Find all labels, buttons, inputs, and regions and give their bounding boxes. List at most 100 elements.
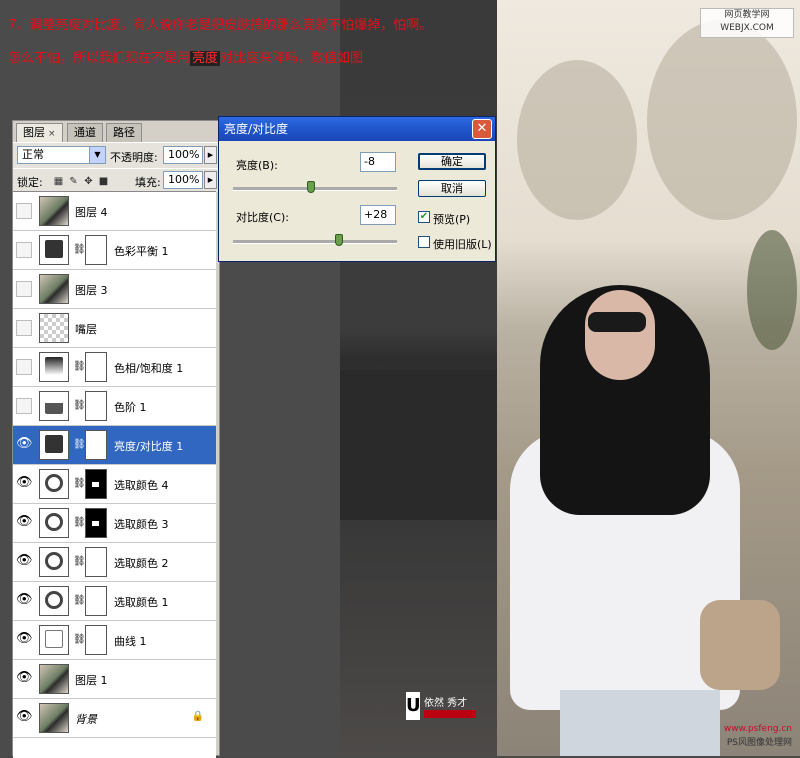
layers-panel: 图层 × 通道 路径 正常 ▼ 不透明度: 100% ▶ 锁定: ▦ ✎ ✥ ■ … bbox=[12, 120, 220, 758]
contrast-slider-knob[interactable] bbox=[335, 234, 343, 246]
layer-row[interactable]: 图层 3 bbox=[13, 270, 216, 309]
layer-thumbnail[interactable] bbox=[39, 352, 69, 382]
link-icon[interactable]: ⛓ bbox=[73, 439, 86, 450]
eye-icon[interactable]: 👁 bbox=[16, 593, 33, 609]
layer-name: 色彩平衡 1 bbox=[114, 245, 169, 258]
visibility-toggle[interactable] bbox=[16, 398, 32, 414]
brightness-slider[interactable] bbox=[233, 187, 397, 191]
layer-row[interactable]: 图层 4 bbox=[13, 192, 216, 231]
eye-icon[interactable]: 👁 bbox=[16, 671, 33, 687]
ok-button[interactable]: 确定 bbox=[418, 153, 486, 170]
layer-row[interactable]: 👁 背景 🔒 bbox=[13, 699, 216, 738]
layer-row[interactable]: ⛓ 色阶 1 bbox=[13, 387, 216, 426]
fill-slider-button[interactable]: ▶ bbox=[204, 171, 217, 189]
link-icon[interactable]: ⛓ bbox=[73, 478, 86, 489]
layer-name: 选取颜色 2 bbox=[114, 557, 169, 570]
opacity-label: 不透明度: bbox=[110, 151, 158, 164]
cancel-button[interactable]: 取消 bbox=[418, 180, 486, 197]
layer-row[interactable]: 👁 图层 1 bbox=[13, 660, 216, 699]
layer-thumbnail[interactable] bbox=[39, 313, 69, 343]
legacy-checkbox[interactable] bbox=[418, 236, 430, 248]
link-icon[interactable]: ⛓ bbox=[73, 244, 86, 255]
layer-mask-thumbnail[interactable] bbox=[85, 469, 107, 499]
link-icon[interactable]: ⛓ bbox=[73, 361, 86, 372]
lock-position-icon[interactable]: ✥ bbox=[83, 176, 94, 187]
layer-name: 选取颜色 4 bbox=[114, 479, 169, 492]
eye-icon[interactable]: 👁 bbox=[16, 476, 33, 492]
layer-thumbnail[interactable] bbox=[39, 625, 69, 655]
layer-mask-thumbnail[interactable] bbox=[85, 391, 107, 421]
preview-checkbox[interactable]: ✔ bbox=[418, 211, 430, 223]
panel-tabs: 图层 × 通道 路径 bbox=[13, 121, 219, 142]
layer-thumbnail[interactable] bbox=[39, 274, 69, 304]
link-icon[interactable]: ⛓ bbox=[73, 634, 86, 645]
tab-channels[interactable]: 通道 bbox=[67, 123, 103, 142]
brightness-input[interactable]: -8 bbox=[360, 152, 396, 172]
contrast-slider[interactable] bbox=[233, 240, 397, 244]
layer-name: 亮度/对比度 1 bbox=[114, 440, 184, 453]
lock-transparency-icon[interactable]: ▦ bbox=[53, 176, 64, 187]
link-icon[interactable]: ⛓ bbox=[73, 400, 86, 411]
tab-layers[interactable]: 图层 × bbox=[16, 123, 63, 142]
link-icon[interactable]: ⛓ bbox=[73, 517, 86, 528]
layer-thumbnail[interactable] bbox=[39, 508, 69, 538]
lock-pixels-icon[interactable]: ✎ bbox=[68, 176, 79, 187]
layer-name: 图层 1 bbox=[75, 674, 108, 687]
layer-thumbnail[interactable] bbox=[39, 235, 69, 265]
layer-mask-thumbnail[interactable] bbox=[85, 625, 107, 655]
layer-mask-thumbnail[interactable] bbox=[85, 430, 107, 460]
close-icon[interactable]: × bbox=[48, 129, 56, 139]
brightness-contrast-dialog: 亮度/对比度 ✕ 亮度(B): -8 对比度(C): +28 确定 取消 ✔ 预… bbox=[218, 116, 496, 262]
visibility-toggle[interactable] bbox=[16, 359, 32, 375]
layer-mask-thumbnail[interactable] bbox=[85, 586, 107, 616]
layer-row[interactable]: 👁 ⛓ 选取颜色 3 bbox=[13, 504, 216, 543]
visibility-toggle[interactable] bbox=[16, 203, 32, 219]
layer-thumbnail[interactable] bbox=[39, 586, 69, 616]
layer-thumbnail[interactable] bbox=[39, 703, 69, 733]
eye-icon[interactable]: 👁 bbox=[16, 710, 33, 726]
layer-name: 色阶 1 bbox=[114, 401, 147, 414]
layer-row[interactable]: 👁 ⛓ 选取颜色 1 bbox=[13, 582, 216, 621]
eye-icon[interactable]: 👁 bbox=[16, 437, 33, 453]
layer-row[interactable]: 👁 ⛓ 选取颜色 2 bbox=[13, 543, 216, 582]
layer-row[interactable]: ⛓ 色相/饱和度 1 bbox=[13, 348, 216, 387]
layer-row[interactable]: 👁 ⛓ 曲线 1 bbox=[13, 621, 216, 660]
fill-input[interactable]: 100% bbox=[163, 171, 203, 189]
layer-row[interactable]: 👁 ⛓ 选取颜色 4 bbox=[13, 465, 216, 504]
layer-mask-thumbnail[interactable] bbox=[85, 547, 107, 577]
close-icon[interactable]: ✕ bbox=[472, 119, 492, 139]
eye-icon[interactable]: 👁 bbox=[16, 632, 33, 648]
layer-thumbnail[interactable] bbox=[39, 391, 69, 421]
opacity-slider-button[interactable]: ▶ bbox=[204, 146, 217, 164]
tab-paths[interactable]: 路径 bbox=[106, 123, 142, 142]
layer-thumbnail[interactable] bbox=[39, 469, 69, 499]
lock-options-row: 锁定: ▦ ✎ ✥ ■ 填充: 100% ▶ bbox=[13, 168, 219, 192]
layer-thumbnail[interactable] bbox=[39, 430, 69, 460]
brightness-slider-knob[interactable] bbox=[307, 181, 315, 193]
visibility-toggle[interactable] bbox=[16, 320, 32, 336]
tree bbox=[517, 60, 637, 220]
blend-mode-select[interactable]: 正常 ▼ bbox=[17, 146, 106, 164]
layer-name: 图层 3 bbox=[75, 284, 108, 297]
layer-row[interactable]: ⛓ 色彩平衡 1 bbox=[13, 231, 216, 270]
contrast-input[interactable]: +28 bbox=[360, 205, 396, 225]
layer-row[interactable]: 👁 ⛓ 亮度/对比度 1 bbox=[13, 426, 216, 465]
layer-thumbnail[interactable] bbox=[39, 664, 69, 694]
dialog-title-bar[interactable]: 亮度/对比度 ✕ bbox=[219, 117, 495, 141]
caption-line-2: 怎么不怕，所以我们现在不是用 亮度 对比度来降吗，数值如图 bbox=[8, 47, 363, 66]
layer-name: 嘴层 bbox=[75, 323, 97, 336]
layer-mask-thumbnail[interactable] bbox=[85, 352, 107, 382]
eye-icon[interactable]: 👁 bbox=[16, 554, 33, 570]
layer-thumbnail[interactable] bbox=[39, 547, 69, 577]
link-icon[interactable]: ⛓ bbox=[73, 556, 86, 567]
layer-mask-thumbnail[interactable] bbox=[85, 508, 107, 538]
eye-icon[interactable]: 👁 bbox=[16, 515, 33, 531]
link-icon[interactable]: ⛓ bbox=[73, 595, 86, 606]
layer-row[interactable]: 嘴层 bbox=[13, 309, 216, 348]
opacity-input[interactable]: 100% bbox=[163, 146, 203, 164]
lock-all-icon[interactable]: ■ bbox=[98, 176, 109, 187]
visibility-toggle[interactable] bbox=[16, 242, 32, 258]
layer-mask-thumbnail[interactable] bbox=[85, 235, 107, 265]
visibility-toggle[interactable] bbox=[16, 281, 32, 297]
layer-thumbnail[interactable] bbox=[39, 196, 69, 226]
